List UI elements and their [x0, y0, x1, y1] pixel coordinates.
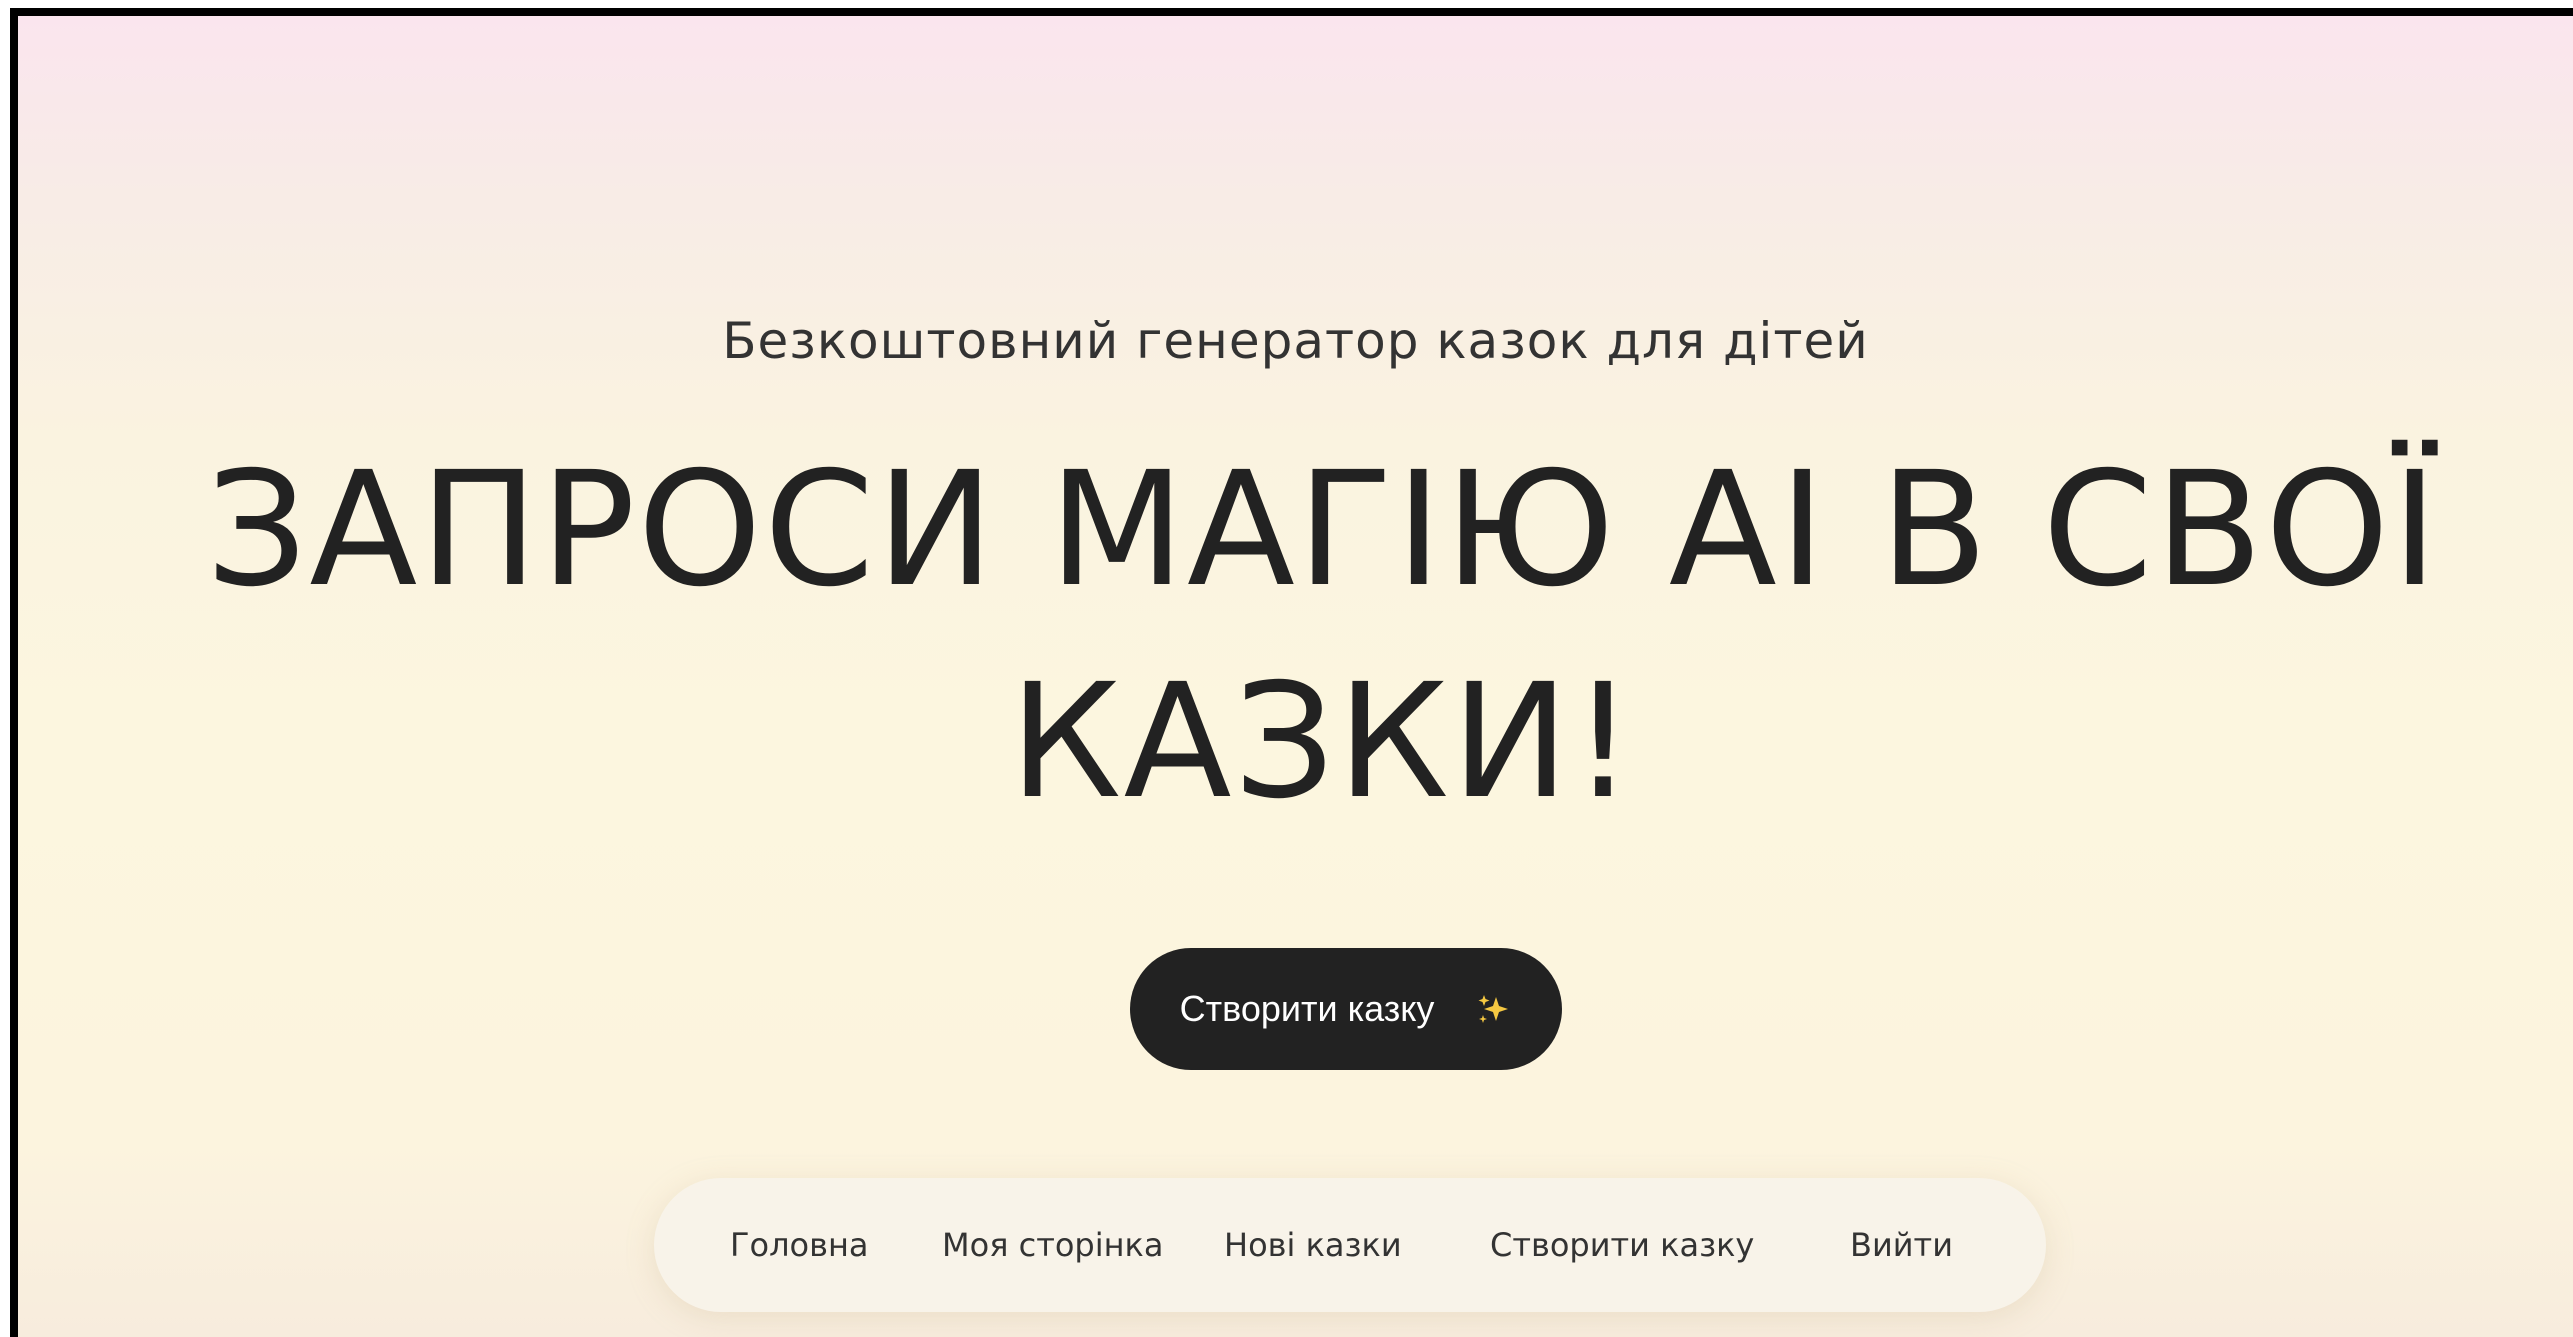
nav-item-home[interactable]: Головна [730, 1226, 869, 1264]
nav-item-new-stories[interactable]: Нові казки [1224, 1226, 1402, 1264]
create-story-button-label: Створити казку [1179, 988, 1435, 1029]
create-story-button[interactable]: Створити казку [1130, 948, 1562, 1070]
hero-subtitle: Безкоштовний генератор казок для дітей [722, 312, 1869, 370]
nav-item-my-page[interactable]: Моя сторінка [942, 1226, 1163, 1264]
bottom-nav: Головна Моя сторінка Нові казки Створити… [654, 1178, 2046, 1312]
nav-item-logout[interactable]: Вийти [1850, 1226, 1953, 1264]
page-frame: Безкоштовний генератор казок для дітей З… [10, 8, 2573, 1337]
hero-headline: ЗАПРОСИ МАГІЮ AI В СВОЇ КАЗКИ! [206, 438, 2440, 834]
nav-item-create-story[interactable]: Створити казку [1490, 1226, 1754, 1264]
sparkles-icon [1476, 991, 1512, 1027]
